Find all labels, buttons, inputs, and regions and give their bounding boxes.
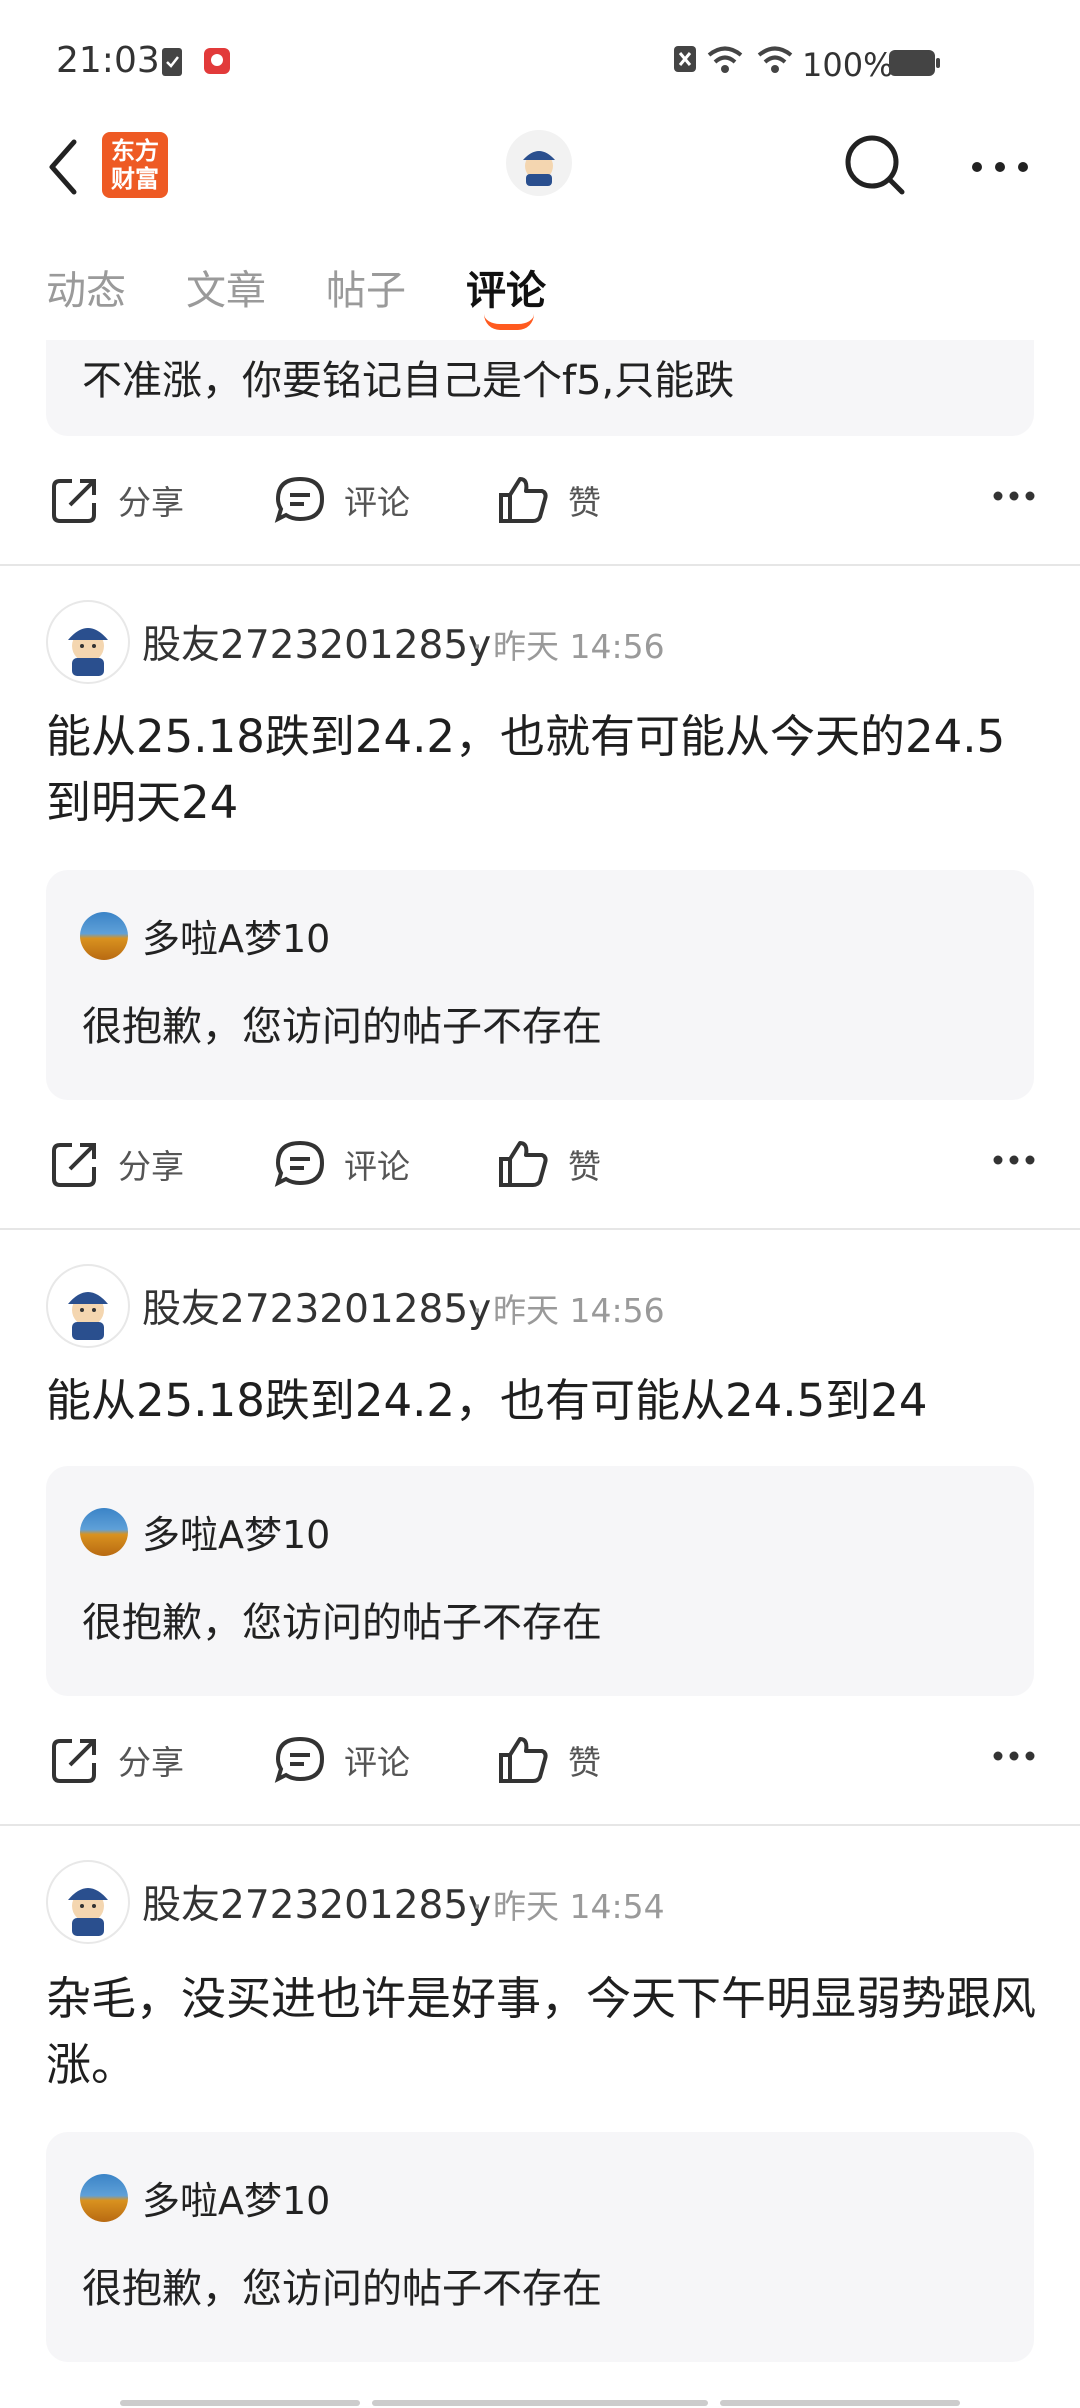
divider [0, 1824, 1080, 1826]
quote-username: 多啦A梦10 [142, 917, 331, 961]
no-sim-icon [674, 46, 696, 72]
post-time: · 昨天 14:56 [472, 1291, 665, 1330]
divider [0, 1228, 1080, 1230]
username[interactable]: 股友2723201285y [142, 1278, 491, 1334]
logo-line-2: 财富 [111, 165, 159, 193]
cartoon-avatar-icon [523, 151, 555, 186]
quote-username: 多啦A梦10 [142, 1513, 331, 1557]
like-label: 赞 [568, 483, 601, 522]
user-avatar[interactable] [46, 1264, 130, 1348]
active-tab-indicator [484, 314, 534, 330]
post-time: · 昨天 14:56 [472, 627, 665, 666]
username[interactable]: 股友2723201285y [142, 1874, 491, 1930]
share-button[interactable]: 分享 [50, 450, 184, 550]
quote-text: 很抱歉，您访问的帖子不存在 [82, 2266, 602, 2312]
quote-box[interactable]: 不准涨，你要铭记自己是个f5,只能跌 [46, 340, 1034, 436]
quote-text: 很抱歉，您访问的帖子不存在 [82, 1004, 602, 1050]
wifi-icon [757, 46, 793, 73]
divider [0, 564, 1080, 566]
more-dots-icon[interactable] [992, 1154, 1036, 1166]
action-row: 分享 评论 赞 [0, 450, 1080, 550]
clipboard-icon [162, 48, 182, 76]
action-row: 分享 评论 赞 [0, 1114, 1080, 1214]
share-button[interactable]: 分享 [50, 1114, 184, 1214]
post-text[interactable]: 能从25.18跌到24.2，也有可能从24.5到24 [46, 1368, 1036, 1434]
back-arrow-icon[interactable] [44, 132, 84, 202]
cartoon-avatar-icon [68, 628, 108, 676]
cartoon-avatar-icon [68, 1292, 108, 1340]
quote-box[interactable]: 多啦A梦10 很抱歉，您访问的帖子不存在 [46, 870, 1034, 1100]
share-icon [52, 479, 96, 523]
action-row: 分享 评论 赞 [0, 1710, 1080, 1810]
share-label: 分享 [118, 483, 184, 522]
comment-button[interactable]: 评论 [274, 1710, 410, 1810]
share-label: 分享 [118, 1743, 184, 1782]
share-icon [52, 1143, 96, 1187]
app-logo[interactable]: 东方 财富 [102, 132, 168, 198]
post-text[interactable]: 能从25.18跌到24.2，也就有可能从今天的24.5到明天24 [46, 704, 1036, 836]
scroll-hint-segment [372, 2400, 708, 2406]
battery-icon [889, 50, 940, 76]
user-avatar[interactable] [46, 1860, 130, 1944]
comment-label: 评论 [344, 1743, 410, 1782]
wifi-plus-icon [707, 46, 743, 73]
comment-label: 评论 [344, 1147, 410, 1186]
like-label: 赞 [568, 1147, 601, 1186]
comment-label: 评论 [344, 483, 410, 522]
comments-feed: 不准涨，你要铭记自己是个f5,只能跌 分享 评论 赞 股友2723201285y… [0, 340, 1080, 2408]
scroll-hint-segment [720, 2400, 960, 2406]
profile-avatar-small[interactable] [506, 130, 572, 196]
quote-username: 多啦A梦10 [142, 2179, 331, 2223]
comment-button[interactable]: 评论 [274, 450, 410, 550]
more-dots-icon[interactable] [992, 490, 1036, 502]
tab-dynamics[interactable]: 动态 [46, 258, 126, 316]
quote-user-avatar [80, 2174, 128, 2222]
thumbs-up-icon [499, 1737, 548, 1783]
quote-user-avatar [80, 1508, 128, 1556]
top-nav: 东方 财富 [0, 120, 1080, 220]
bottom-scroll-hint [120, 2398, 960, 2408]
cartoon-avatar-icon [68, 1888, 108, 1936]
post-header: 股友2723201285y · 昨天 14:56 [0, 1264, 1080, 1354]
post-header: 股友2723201285y · 昨天 14:54 [0, 1860, 1080, 1950]
post-text[interactable]: 杂毛，没买进也许是好事，今天下午明显弱势跟风涨。 [46, 1966, 1036, 2098]
user-avatar[interactable] [46, 600, 130, 684]
search-icon[interactable] [842, 130, 908, 200]
like-button[interactable]: 赞 [498, 450, 601, 550]
like-button[interactable]: 赞 [498, 1710, 601, 1810]
more-options-icon[interactable] [970, 160, 1030, 174]
thumbs-up-icon [499, 1141, 548, 1187]
comment-icon [274, 1140, 325, 1187]
battery-percentage: 100% [802, 46, 894, 84]
quote-text: 很抱歉，您访问的帖子不存在 [82, 1600, 602, 1646]
app-notification-icon [204, 48, 230, 74]
quote-user-avatar [80, 912, 128, 960]
thumbs-up-icon [499, 477, 548, 523]
quote-box[interactable]: 多啦A梦10 很抱歉，您访问的帖子不存在 [46, 1466, 1034, 1696]
profile-tabs: 动态 文章 帖子 评论 [0, 240, 1080, 340]
share-icon [52, 1739, 96, 1783]
like-label: 赞 [568, 1743, 601, 1782]
status-time: 21:03 [56, 40, 160, 81]
logo-line-1: 东方 [111, 137, 159, 165]
share-label: 分享 [118, 1147, 184, 1186]
tab-posts[interactable]: 帖子 [326, 258, 406, 316]
username[interactable]: 股友2723201285y [142, 614, 491, 670]
share-button[interactable]: 分享 [50, 1710, 184, 1810]
tab-comments[interactable]: 评论 [466, 258, 546, 316]
quote-box[interactable]: 多啦A梦10 很抱歉，您访问的帖子不存在 [46, 2132, 1034, 2362]
comment-icon [274, 1736, 325, 1783]
comment-icon [274, 476, 325, 523]
like-button[interactable]: 赞 [498, 1114, 601, 1214]
post-header: 股友2723201285y · 昨天 14:56 [0, 600, 1080, 690]
comment-button[interactable]: 评论 [274, 1114, 410, 1214]
status-bar: 21:03 100% [0, 0, 1080, 130]
more-dots-icon[interactable] [992, 1750, 1036, 1762]
scroll-hint-segment [120, 2400, 360, 2406]
quote-text: 不准涨，你要铭记自己是个f5,只能跌 [82, 358, 735, 404]
post-time: · 昨天 14:54 [472, 1887, 665, 1926]
tab-articles[interactable]: 文章 [186, 258, 266, 316]
